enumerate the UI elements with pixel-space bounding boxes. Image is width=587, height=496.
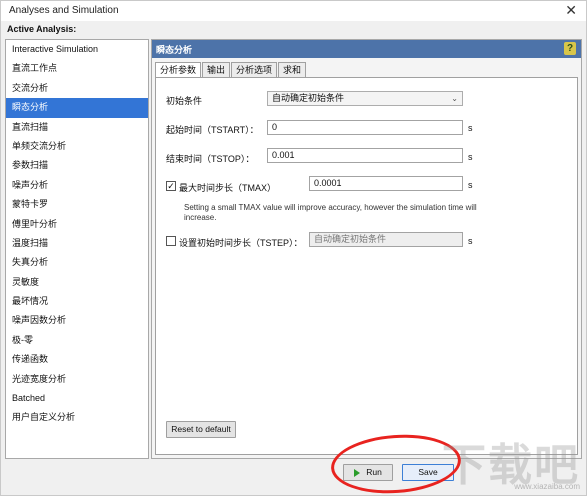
tmax-checkbox[interactable]: ✓ [166,181,176,191]
play-icon [354,468,361,477]
initial-condition-label: 初始条件 [166,96,203,106]
tstop-label: 结束时间（TSTOP）： [166,154,255,164]
analysis-list-item[interactable]: 失真分析 [6,253,148,272]
analysis-list-item[interactable]: 交流分析 [6,79,148,98]
tmax-hint-text: Setting a small TMAX value will improve … [184,203,477,222]
analysis-parameters-content: 初始条件 自动确定初始条件 ⌄ 起始时间（TSTART）： 0 s 结束时间（T… [155,77,578,455]
tab-output[interactable]: 输出 [202,62,231,77]
tmax-unit: s [468,180,473,190]
analysis-settings-panel: 瞬态分析 ? 分析参数 输出 分析选项 求和 初始条件 自动确定初始条件 ⌄ 起… [151,39,582,459]
analysis-list-item[interactable]: 极-零 [6,331,148,350]
tstop-input[interactable]: 0.001 [267,148,463,163]
tstart-unit: s [468,123,473,133]
title-bar: Analyses and Simulation ✕ [1,1,586,21]
tstart-label: 起始时间（TSTART）： [166,125,259,135]
analysis-list-item[interactable]: Batched [6,389,148,408]
analysis-list-item[interactable]: 瞬态分析 [6,98,148,118]
tmax-label: 最大时间步长（TMAX） [179,183,277,193]
analysis-list-item[interactable]: 光迹宽度分析 [6,370,148,389]
run-button[interactable]: Run [343,464,393,481]
initial-condition-select[interactable]: 自动确定初始条件 ⌄ [267,91,463,106]
analysis-list-item[interactable]: 蒙特卡罗 [6,195,148,214]
tstep-checkbox[interactable] [166,236,176,246]
analysis-list-item[interactable]: 直流工作点 [6,59,148,78]
analysis-list-item[interactable]: 直流扫描 [6,118,148,137]
analysis-list-item[interactable]: 参数扫描 [6,156,148,175]
analysis-list-item[interactable]: 用户自定义分析 [6,408,148,427]
panel-title: 瞬态分析 [156,45,193,55]
analysis-list[interactable]: Interactive Simulation 直流工作点 交流分析 瞬态分析 直流扫描单… [5,39,149,459]
close-icon[interactable]: ✕ [565,2,577,18]
run-button-label: Run [366,467,382,477]
tab-analysis-parameters[interactable]: 分析参数 [155,62,202,78]
analysis-list-item[interactable]: 最坏情况 [6,292,148,311]
tstep-input[interactable]: 自动确定初始条件 [309,232,463,247]
analysis-list-item[interactable]: 单频交流分析 [6,137,148,156]
chevron-down-icon: ⌄ [451,94,458,103]
active-analysis-label: Active Analysis: [7,24,77,34]
reset-to-default-button[interactable]: Reset to default [166,421,236,438]
analysis-list-item[interactable]: 傅里叶分析 [6,215,148,234]
analysis-list-item[interactable]: 灵敏度 [6,273,148,292]
watermark-url: www.xiazaiba.com [514,482,580,491]
tstep-unit: s [468,236,473,246]
tab-summary[interactable]: 求和 [278,62,307,77]
analyses-simulation-dialog: Analyses and Simulation ✕ Active Analysi… [0,0,587,496]
tstop-unit: s [468,152,473,162]
analysis-list-item[interactable]: 温度扫描 [6,234,148,253]
tab-analysis-options[interactable]: 分析选项 [231,62,278,77]
tmax-input[interactable]: 0.0001 [309,176,463,191]
analysis-list-item[interactable]: 噪声分析 [6,176,148,195]
panel-header: 瞬态分析 ? [152,40,581,58]
analysis-list-item[interactable]: 传递函数 [6,350,148,369]
help-icon[interactable]: ? [564,42,576,55]
tstart-input[interactable]: 0 [267,120,463,135]
analysis-list-item[interactable]: 噪声因数分析 [6,311,148,330]
tstep-label: 设置初始时间步长（TSTEP）： [179,238,303,248]
initial-condition-value: 自动确定初始条件 [272,93,345,103]
tab-strip: 分析参数 输出 分析选项 求和 [155,62,307,78]
analysis-list-item[interactable]: Interactive Simulation [6,40,148,59]
window-title: Analyses and Simulation [9,5,119,16]
